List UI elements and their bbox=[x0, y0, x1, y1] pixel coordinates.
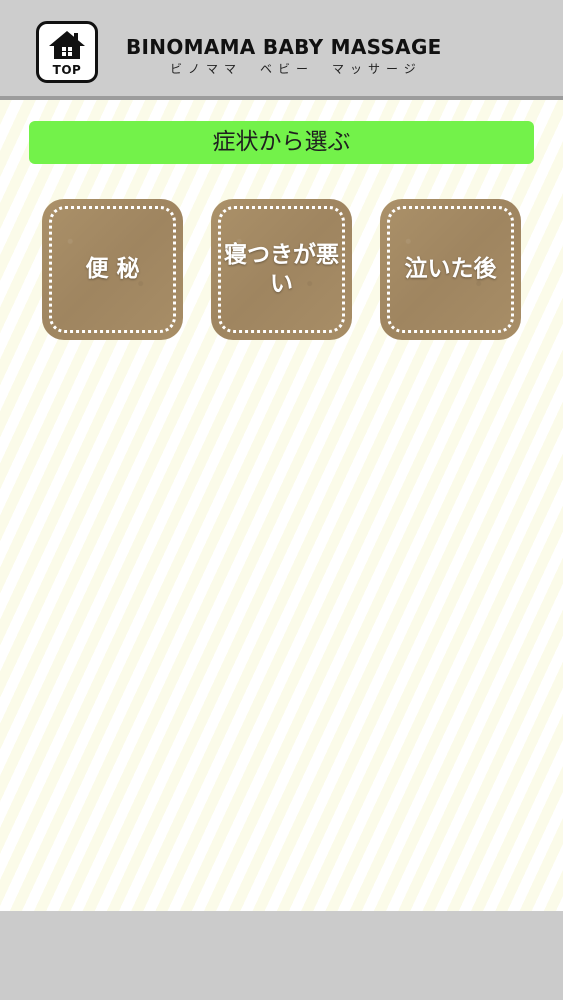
app-header: TOP BINOMAMA BABY MASSAGE ビノママ ベビー マッサージ bbox=[0, 0, 563, 100]
app-title: BINOMAMA BABY MASSAGE bbox=[126, 35, 442, 59]
symptom-tile-constipation[interactable]: 便秘 bbox=[42, 199, 183, 340]
symptom-tile-after-crying[interactable]: 泣いた後 bbox=[380, 199, 521, 340]
symptom-tile-label: 便秘 bbox=[85, 256, 148, 282]
footer-bar bbox=[0, 911, 563, 1000]
symptom-tile-label: 泣いた後 bbox=[404, 256, 497, 282]
section-title-bar: 症状から選ぶ bbox=[29, 121, 534, 164]
symptom-tile-label: 寝つきが悪い bbox=[224, 241, 339, 297]
app-subtitle: ビノママ ベビー マッサージ bbox=[170, 62, 422, 76]
symptom-tile-trouble-sleeping[interactable]: 寝つきが悪い bbox=[211, 199, 352, 340]
house-icon bbox=[49, 31, 85, 59]
top-button-label: TOP bbox=[52, 63, 82, 77]
top-home-button[interactable]: TOP bbox=[36, 21, 98, 83]
